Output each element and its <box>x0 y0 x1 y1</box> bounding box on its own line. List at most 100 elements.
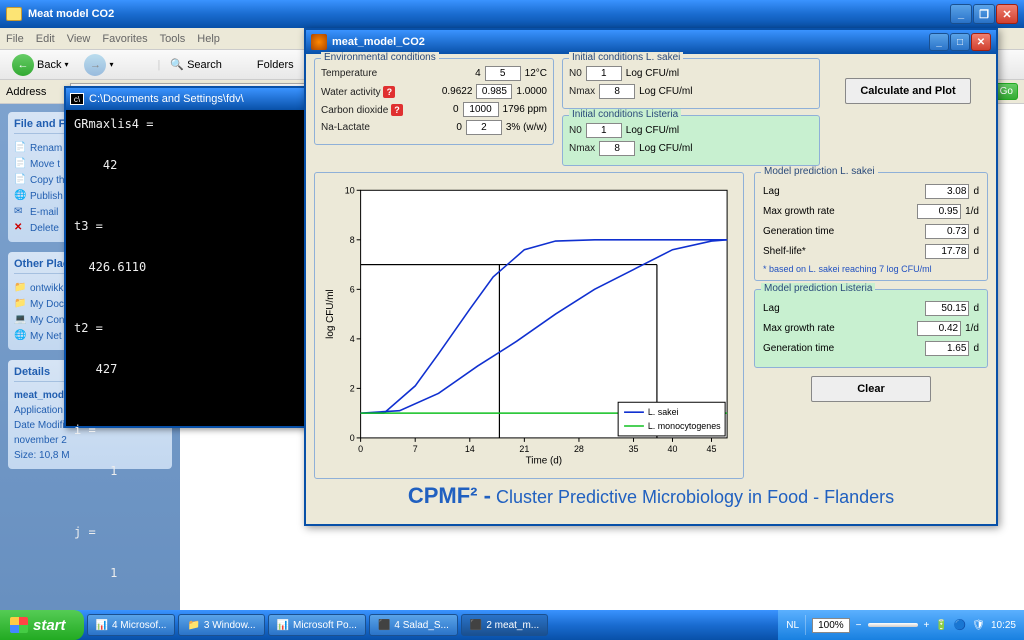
initial-conditions-sakei-panel: Initial conditions L. sakei N0Log CFU/ml… <box>562 58 820 109</box>
matlab-title-text: meat_model_CO2 <box>332 36 425 48</box>
clock[interactable]: 10:25 <box>991 620 1016 631</box>
explorer-minimize-button[interactable]: _ <box>950 4 972 24</box>
matlab-window: meat_model_CO2 _ □ ✕ Environmental condi… <box>304 28 998 526</box>
matlab-icon <box>311 34 327 50</box>
menu-favorites[interactable]: Favorites <box>102 33 147 45</box>
svg-text:10: 10 <box>345 185 355 195</box>
svg-text:4: 4 <box>350 334 355 344</box>
taskbar-item[interactable]: 📊 Microsoft Po... <box>268 614 366 636</box>
menu-tools[interactable]: Tools <box>160 33 186 45</box>
shelf-life-note: * based on L. sakei reaching 7 log CFU/m… <box>763 264 979 274</box>
sakei-shelflife-output <box>925 244 969 259</box>
water-activity-input[interactable] <box>476 84 512 99</box>
explorer-restore-button[interactable]: ❐ <box>973 4 995 24</box>
zoom-slider[interactable] <box>868 623 918 627</box>
clear-button[interactable]: Clear <box>811 376 931 402</box>
zoom-minus-icon[interactable]: − <box>856 620 862 631</box>
zoom-plus-icon[interactable]: + <box>924 620 930 631</box>
taskbar-item[interactable]: 📊 4 Microsof... <box>87 614 176 636</box>
console-titlebar[interactable]: c\ C:\Documents and Settings\fdv\ <box>66 88 306 110</box>
temperature-label: Temperature <box>321 68 471 79</box>
help-icon[interactable]: ? <box>391 104 403 116</box>
panel-legend: Environmental conditions <box>321 52 439 63</box>
listeria-n0-input[interactable] <box>586 123 622 138</box>
menu-edit[interactable]: Edit <box>36 33 55 45</box>
sakei-nmax-input[interactable] <box>599 84 635 99</box>
na-lactate-input[interactable] <box>466 120 502 135</box>
help-icon[interactable]: ? <box>383 86 395 98</box>
tray-icon[interactable]: 🔵 <box>954 620 966 631</box>
sakei-lag-output <box>925 184 969 199</box>
listeria-lag-output <box>925 301 969 316</box>
svg-text:45: 45 <box>707 444 717 454</box>
back-button[interactable]: ←Back▾ <box>6 52 74 78</box>
menu-file[interactable]: File <box>6 33 24 45</box>
matlab-maximize-button[interactable]: □ <box>950 33 970 51</box>
panel-legend: Initial conditions L. sakei <box>569 52 683 63</box>
console-title-text: C:\Documents and Settings\fdv\ <box>89 93 244 105</box>
listeria-mgr-output <box>917 321 961 336</box>
svg-text:21: 21 <box>519 444 529 454</box>
svg-text:14: 14 <box>465 444 475 454</box>
address-label: Address <box>6 86 46 98</box>
sakei-n0-input[interactable] <box>586 66 622 81</box>
svg-text:6: 6 <box>350 284 355 294</box>
growth-chart: 0 7 14 21 28 35 40 45 0 2 4 6 8 10 Time (d) log CFU/ml L… <box>321 179 737 469</box>
na-lactate-label: Na-Lactate <box>321 122 452 133</box>
tray-icon[interactable]: 🔋 <box>935 620 947 631</box>
console-output: GRmaxlis4 = 42 t3 = 426.6110 t2 = 427 i … <box>66 110 306 587</box>
forward-button[interactable]: →▾ <box>78 52 119 78</box>
prediction-listeria-panel: Model prediction Listeria Lagd Max growt… <box>754 289 988 368</box>
up-button[interactable] <box>124 55 154 75</box>
matlab-minimize-button[interactable]: _ <box>929 33 949 51</box>
svg-text:L. sakei: L. sakei <box>648 407 679 417</box>
matlab-titlebar[interactable]: meat_model_CO2 _ □ ✕ <box>306 30 996 54</box>
menu-view[interactable]: View <box>67 33 91 45</box>
matlab-close-button[interactable]: ✕ <box>971 33 991 51</box>
search-button[interactable]: 🔍Search <box>164 56 228 73</box>
svg-text:8: 8 <box>350 235 355 245</box>
calculate-and-plot-button[interactable]: Calculate and Plot <box>845 78 970 104</box>
app-footer-title: CPMF² - Cluster Predictive Microbiology … <box>314 483 988 509</box>
sakei-mgr-output <box>917 204 961 219</box>
language-indicator[interactable]: NL <box>786 620 799 631</box>
temperature-input[interactable] <box>485 66 521 81</box>
system-tray: NL 100% − + 🔋 🔵 🛡 10:25 <box>778 610 1024 640</box>
taskbar-item[interactable]: ⬛ 4 Salad_S... <box>369 614 458 636</box>
svg-text:Time (d): Time (d) <box>526 456 562 467</box>
tray-icon[interactable]: 🛡 <box>972 620 985 631</box>
svg-text:2: 2 <box>350 383 355 393</box>
svg-text:L. monocytogenes: L. monocytogenes <box>648 421 721 431</box>
panel-legend: Model prediction Listeria <box>761 283 875 294</box>
svg-text:28: 28 <box>574 444 584 454</box>
initial-conditions-listeria-panel: Initial conditions Listeria N0Log CFU/ml… <box>562 115 820 166</box>
folder-icon <box>6 7 22 21</box>
zoom-indicator[interactable]: 100% <box>812 618 850 633</box>
folders-button[interactable]: Folders <box>232 56 300 74</box>
svg-text:40: 40 <box>668 444 678 454</box>
co2-input[interactable] <box>463 102 499 117</box>
command-window: c\ C:\Documents and Settings\fdv\ GRmaxl… <box>64 86 308 428</box>
taskbar-item[interactable]: 📁 3 Window... <box>178 614 264 636</box>
cmd-icon: c\ <box>70 93 84 105</box>
prediction-sakei-panel: Model prediction L. sakei Lagd Max growt… <box>754 172 988 281</box>
start-button[interactable]: start <box>0 610 84 640</box>
menu-help[interactable]: Help <box>197 33 220 45</box>
svg-text:7: 7 <box>413 444 418 454</box>
sakei-gt-output <box>925 224 969 239</box>
folder-icon <box>50 86 64 98</box>
svg-text:0: 0 <box>358 444 363 454</box>
chart-panel: 0 7 14 21 28 35 40 45 0 2 4 6 8 10 Time (d) log CFU/ml L… <box>314 172 744 479</box>
panel-legend: Model prediction L. sakei <box>761 166 878 177</box>
taskbar: start 📊 4 Microsof... 📁 3 Window... 📊 Mi… <box>0 610 1024 640</box>
environmental-conditions-panel: Environmental conditions Temperature412°… <box>314 58 554 145</box>
svg-text:0: 0 <box>350 433 355 443</box>
listeria-gt-output <box>925 341 969 356</box>
windows-logo-icon <box>10 617 28 633</box>
explorer-close-button[interactable]: ✕ <box>996 4 1018 24</box>
svg-text:35: 35 <box>629 444 639 454</box>
svg-text:log CFU/ml: log CFU/ml <box>325 289 336 338</box>
taskbar-item-active[interactable]: ⬛ 2 meat_m... <box>461 614 548 636</box>
panel-legend: Initial conditions Listeria <box>569 109 681 120</box>
listeria-nmax-input[interactable] <box>599 141 635 156</box>
